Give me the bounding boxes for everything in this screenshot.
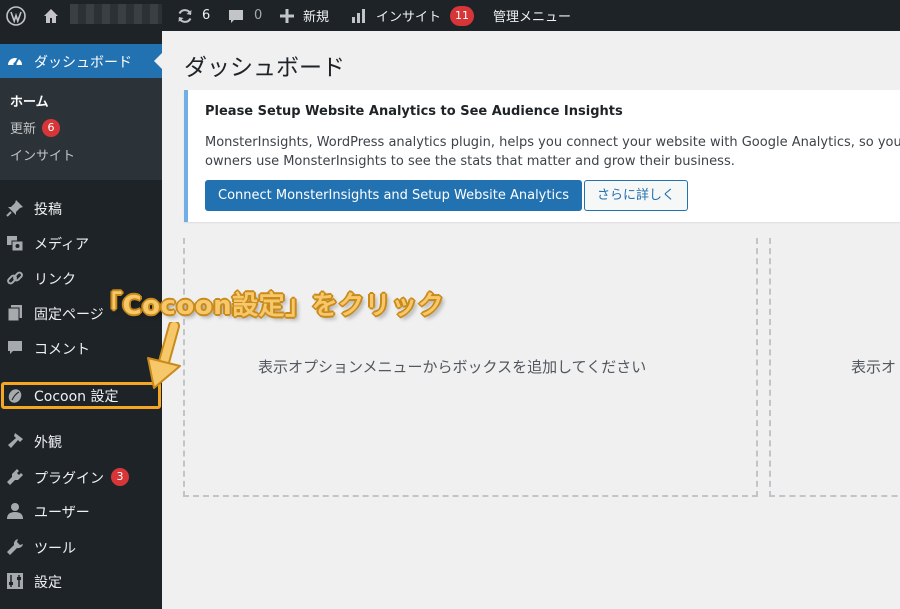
menu-posts[interactable]: 投稿	[0, 191, 162, 225]
annotation-text: 「Cocoon設定」をクリック	[96, 291, 445, 321]
notice-title: Please Setup Website Analytics to See Au…	[205, 104, 623, 119]
menu-users-label: ユーザー	[34, 505, 90, 521]
plugin-icon	[7, 469, 23, 485]
menu-tools[interactable]: ツール	[0, 530, 162, 564]
updates-link[interactable]: 6	[176, 0, 210, 31]
widget-dropzone-1[interactable]: 表示オプションメニューからボックスを追加してください	[183, 238, 758, 497]
menu-plugins[interactable]: プラグイン 3	[0, 460, 162, 494]
dropzone-hint-2: 表示オ	[851, 358, 897, 376]
insights-link[interactable]: インサイト 11	[351, 0, 475, 31]
menu-tools-label: ツール	[34, 541, 76, 557]
new-content-link[interactable]: 新規	[279, 0, 329, 31]
appearance-icon	[8, 433, 23, 448]
dashboard-gauge-icon	[8, 57, 22, 66]
submenu-home[interactable]: ホーム	[10, 91, 49, 110]
comment-icon	[8, 341, 22, 354]
link-icon	[7, 271, 23, 285]
refresh-icon	[178, 8, 192, 23]
media-icon	[7, 236, 24, 252]
submenu-home-label: ホーム	[10, 95, 49, 110]
menu-users[interactable]: ユーザー	[0, 494, 162, 528]
learn-more-button[interactable]: さらに詳しく	[584, 180, 689, 211]
user-icon	[7, 503, 23, 519]
menu-appearance-label: 外観	[34, 435, 62, 451]
dashboard-submenu: ホーム 更新 6 インサイト	[0, 78, 162, 180]
annotation-arrow-icon	[147, 322, 181, 389]
page-icon	[7, 305, 22, 322]
menu-dashboard-label: ダッシュボード	[34, 55, 132, 71]
dropzone-hint-1: 表示オプションメニューからボックスを追加してください	[258, 358, 647, 376]
submenu-updates-label: 更新	[10, 122, 37, 137]
comments-link[interactable]: 0	[228, 0, 262, 31]
insights-badge: 11	[450, 5, 475, 26]
comments-count: 0	[254, 8, 263, 23]
updates-badge: 6	[42, 118, 61, 137]
admin-menu-label: 管理メニュー	[493, 10, 572, 25]
notice-text: MonsterInsights, WordPress analytics plu…	[205, 133, 900, 171]
wp-admin-screen: 6 0 新規 インサイト 11 管理メニュー ダッシュボード ホーム 更新 6 …	[0, 0, 900, 609]
updates-count: 6	[202, 8, 211, 23]
menu-posts-label: 投稿	[34, 202, 62, 218]
new-label: 新規	[303, 10, 330, 25]
insights-label: インサイト	[376, 10, 442, 25]
connect-analytics-button[interactable]: Connect MonsterInsights and Setup Websit…	[205, 180, 583, 211]
submenu-insights-label: インサイト	[10, 149, 76, 164]
comment-bubble-icon	[229, 9, 243, 23]
menu-settings-label: 設定	[34, 575, 62, 591]
menu-settings[interactable]: 設定	[0, 564, 162, 598]
active-indicator	[154, 53, 162, 69]
menu-plugins-label: プラグイン	[34, 471, 104, 487]
admin-menu-link[interactable]: 管理メニュー	[493, 0, 571, 31]
submenu-updates[interactable]: 更新 6	[10, 118, 61, 137]
home-icon[interactable]	[42, 0, 60, 31]
analytics-notice: Please Setup Website Analytics to See Au…	[184, 90, 900, 222]
menu-dashboard[interactable]: ダッシュボード	[0, 44, 162, 78]
wordpress-logo-icon[interactable]	[6, 0, 26, 31]
submenu-insights[interactable]: インサイト	[10, 145, 75, 164]
plus-icon	[280, 8, 294, 23]
menu-pages-label: 固定ページ	[34, 307, 104, 323]
bar-chart-icon	[352, 8, 365, 23]
site-name-blurred[interactable]	[70, 4, 162, 24]
plugins-badge: 3	[111, 468, 129, 486]
settings-icon	[7, 573, 23, 589]
menu-appearance[interactable]: 外観	[0, 424, 162, 458]
menu-links-label: リンク	[34, 272, 76, 288]
page-title: ダッシュボード	[184, 55, 345, 81]
widget-dropzone-2[interactable]: 表示オ	[769, 238, 900, 497]
notice-line-1: MonsterInsights, WordPress analytics plu…	[205, 135, 900, 150]
menu-media-label: メディア	[34, 237, 90, 253]
admin-bar: 6 0 新規 インサイト 11 管理メニュー	[0, 0, 900, 31]
pushpin-icon	[6, 200, 23, 217]
menu-comments-label: コメント	[34, 342, 90, 358]
notice-line-2: owners use MonsterInsights to see the st…	[205, 154, 735, 169]
tools-icon	[7, 539, 23, 555]
menu-media[interactable]: メディア	[0, 226, 162, 260]
